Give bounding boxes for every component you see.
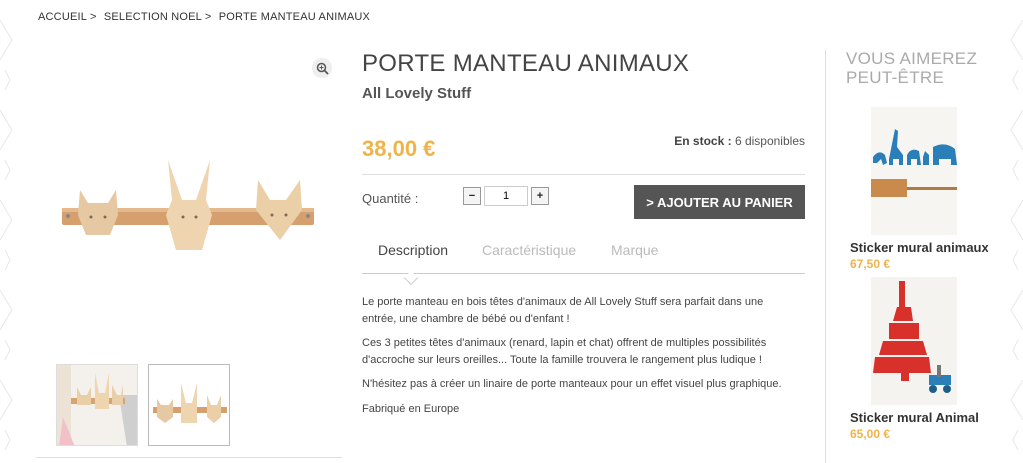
description-paragraph: N'hésitez pas à créer un linaire de port… bbox=[362, 378, 782, 390]
thumbnail-image[interactable] bbox=[148, 364, 230, 446]
tab-caracteristique[interactable]: Caractéristique bbox=[482, 242, 576, 258]
zoom-button[interactable] bbox=[312, 58, 332, 78]
breadcrumb-separator: > bbox=[204, 11, 212, 23]
related-product-name[interactable]: Sticker mural animaux bbox=[850, 240, 988, 255]
stock-label: En stock : bbox=[674, 134, 732, 148]
add-to-cart-button[interactable]: > AJOUTER AU PANIER bbox=[634, 185, 805, 219]
description-paragraph: Fabriqué en Europe bbox=[362, 402, 460, 415]
related-title-line: VOUS AIMEREZ bbox=[846, 49, 978, 68]
tab-description[interactable]: Description bbox=[378, 242, 448, 258]
breadcrumb-category-link[interactable]: SELECTION NOEL bbox=[104, 11, 202, 23]
product-brand[interactable]: All Lovely Stuff bbox=[362, 85, 805, 102]
stock-status: En stock : 6 disponibles bbox=[674, 134, 805, 148]
description-paragraph: Ces 3 petites têtes d'animaux (renard, l… bbox=[362, 337, 767, 366]
gallery-divider bbox=[36, 457, 342, 458]
thumbnail-image[interactable] bbox=[56, 364, 138, 446]
related-product-item[interactable]: Sticker mural Animal 65,00 € bbox=[850, 277, 990, 441]
related-product-item[interactable]: Sticker mural animaux 67,50 € bbox=[850, 107, 990, 271]
breadcrumb-home-link[interactable]: ACCUEIL bbox=[38, 11, 87, 23]
product-main-image[interactable] bbox=[50, 155, 320, 255]
quantity-input[interactable] bbox=[484, 186, 528, 206]
zoom-in-icon bbox=[316, 62, 329, 75]
description-paragraph: Le porte manteau en bois têtes d'animaux… bbox=[362, 296, 764, 325]
sidebar-divider bbox=[825, 50, 826, 463]
related-product-image[interactable] bbox=[871, 277, 957, 405]
background-pattern-left bbox=[0, 19, 13, 451]
quantity-decrease-button[interactable]: − bbox=[463, 187, 481, 205]
product-description: Le porte manteau en bois têtes d'animaux… bbox=[362, 294, 792, 425]
product-info: PORTE MANTEAU ANIMAUX All Lovely Stuff 3… bbox=[362, 50, 805, 415]
product-price: 38,00 € bbox=[362, 136, 436, 161]
related-product-name[interactable]: Sticker mural Animal bbox=[850, 410, 988, 425]
related-product-price: 67,50 € bbox=[850, 257, 891, 271]
related-products-title: VOUS AIMEREZ PEUT-ÊTRE bbox=[846, 49, 977, 87]
thumbnail-list bbox=[56, 364, 230, 446]
related-product-image[interactable] bbox=[871, 107, 957, 235]
related-product-price: 65,00 € bbox=[850, 427, 891, 441]
background-pattern-right bbox=[1010, 19, 1023, 451]
breadcrumb: ACCUEIL > SELECTION NOEL > PORTE MANTEAU… bbox=[38, 11, 374, 23]
product-title: PORTE MANTEAU ANIMAUX bbox=[362, 50, 690, 77]
tab-marque[interactable]: Marque bbox=[611, 242, 658, 258]
breadcrumb-current: PORTE MANTEAU ANIMAUX bbox=[218, 11, 371, 23]
product-tabs: Description Caractéristique Marque bbox=[362, 242, 805, 274]
quantity-label: Quantité : bbox=[362, 191, 419, 206]
stock-value: 6 disponibles bbox=[734, 134, 805, 148]
related-title-line: PEUT-ÊTRE bbox=[846, 68, 945, 87]
quantity-increase-button[interactable]: + bbox=[531, 187, 549, 205]
breadcrumb-separator: > bbox=[89, 11, 97, 23]
quantity-stepper: − + bbox=[463, 186, 549, 206]
divider bbox=[362, 174, 805, 175]
